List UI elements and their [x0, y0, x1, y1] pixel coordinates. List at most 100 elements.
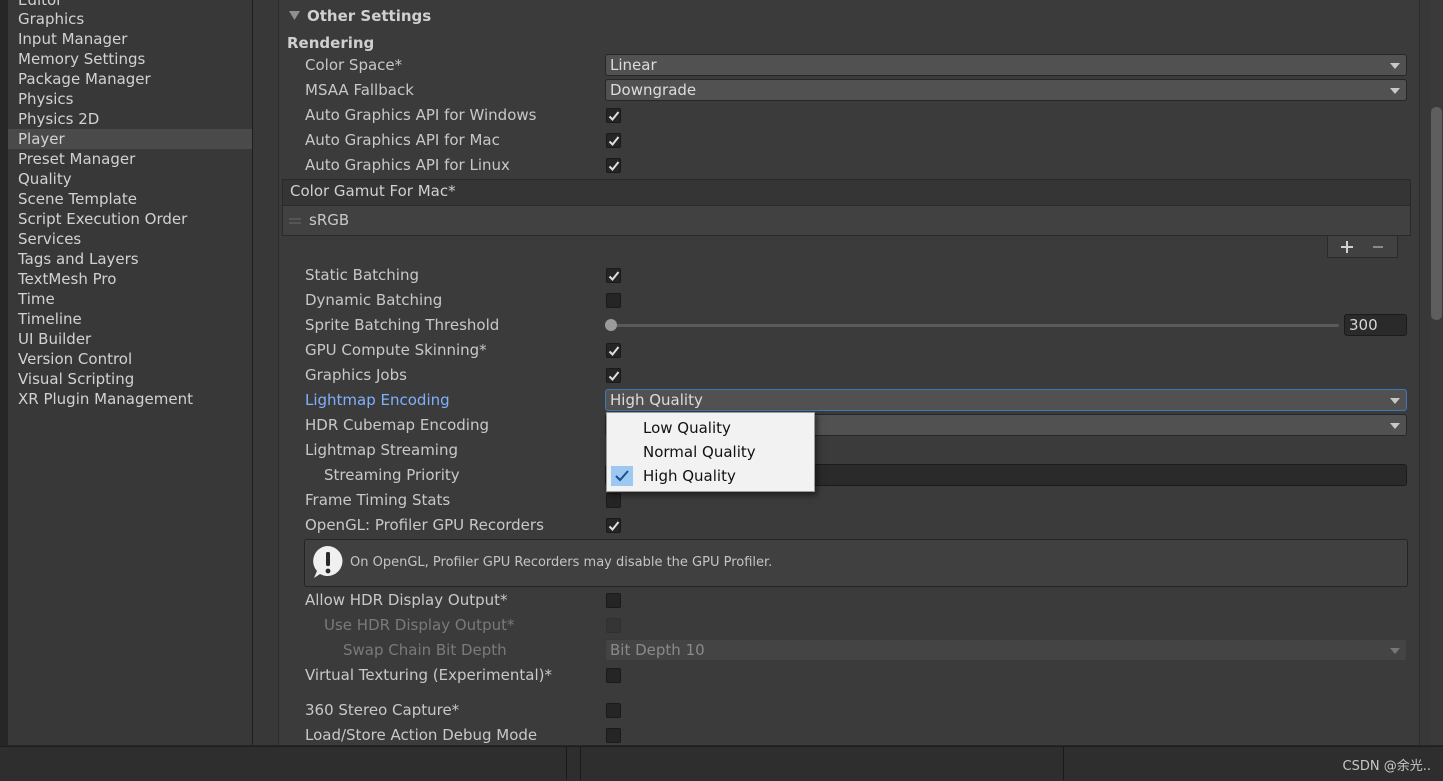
sidebar-item-xr-plugin-management[interactable]: XR Plugin Management [8, 389, 252, 409]
watermark-credit: CSDN @余光.. [1342, 759, 1431, 774]
sprite-batching-threshold-label: Sprite Batching Threshold [305, 316, 500, 334]
menu-item-high-quality[interactable]: High Quality [607, 464, 812, 488]
color-gamut-header-label: Color Gamut For Mac* [290, 182, 456, 200]
graphics-jobs-checkbox[interactable] [606, 368, 621, 383]
stereo-capture-checkbox[interactable] [606, 703, 621, 718]
allow-hdr-output-label: Allow HDR Display Output* [305, 591, 508, 609]
opengl-profiler-label: OpenGL: Profiler GPU Recorders [305, 516, 544, 534]
color-space-label: Color Space* [305, 56, 403, 74]
sidebar-item-input-manager[interactable]: Input Manager [8, 29, 252, 49]
sidebar-item-version-control[interactable]: Version Control [8, 349, 252, 369]
lightmap-encoding-dropdown[interactable]: High Quality [605, 389, 1407, 411]
msaa-fallback-value: Downgrade [610, 81, 697, 99]
foldout-arrow-icon[interactable] [289, 11, 301, 21]
sidebar-item-script-execution-order[interactable]: Script Execution Order [8, 209, 252, 229]
static-batching-checkbox[interactable] [606, 268, 621, 283]
sprite-batching-slider-track[interactable] [610, 324, 1339, 327]
dynamic-batching-label: Dynamic Batching [305, 291, 443, 309]
color-gamut-item[interactable]: sRGB [309, 211, 349, 229]
sidebar-item-timeline[interactable]: Timeline [8, 309, 252, 329]
auto-api-mac-label: Auto Graphics API for Mac [305, 131, 500, 149]
sprite-batching-threshold-field[interactable]: 300 [1344, 314, 1407, 336]
frame-timing-stats-label: Frame Timing Stats [305, 491, 451, 509]
lightmap-encoding-popup: Low Quality Normal Quality High Quality [606, 412, 815, 492]
list-footer [1327, 236, 1398, 258]
use-hdr-output-checkbox [606, 618, 621, 633]
graphics-jobs-label: Graphics Jobs [305, 366, 407, 384]
color-space-value: Linear [610, 56, 657, 74]
use-hdr-output-label: Use HDR Display Output* [324, 616, 515, 634]
divider [566, 746, 567, 780]
add-icon[interactable] [1340, 240, 1354, 254]
remove-icon[interactable] [1372, 240, 1384, 254]
divider [580, 746, 581, 780]
sidebar-item-visual-scripting[interactable]: Visual Scripting [8, 369, 252, 389]
static-batching-label: Static Batching [305, 266, 419, 284]
lightmap-encoding-label: Lightmap Encoding [305, 391, 450, 409]
dynamic-batching-checkbox[interactable] [606, 293, 621, 308]
sidebar-item-memory-settings[interactable]: Memory Settings [8, 49, 252, 69]
warning-text: On OpenGL, Profiler GPU Recorders may di… [350, 555, 773, 570]
msaa-fallback-dropdown[interactable]: Downgrade [605, 79, 1407, 101]
menu-check-area [611, 442, 633, 462]
lightmap-streaming-label: Lightmap Streaming [305, 441, 458, 459]
scrollbar-thumb[interactable] [1431, 107, 1442, 320]
auto-api-mac-checkbox[interactable] [606, 133, 621, 148]
panel-splitter[interactable] [253, 0, 271, 745]
auto-api-windows-label: Auto Graphics API for Windows [305, 106, 537, 124]
msaa-fallback-label: MSAA Fallback [305, 81, 414, 99]
swap-chain-bit-depth-value: Bit Depth 10 [610, 641, 705, 659]
sidebar-item-scene-template[interactable]: Scene Template [8, 189, 252, 209]
sidebar-item-ui-builder[interactable]: UI Builder [8, 329, 252, 349]
opengl-profiler-checkbox[interactable] [606, 518, 621, 533]
sidebar-item-player[interactable]: Player [8, 129, 252, 149]
hdr-cubemap-encoding-label: HDR Cubemap Encoding [305, 416, 489, 434]
sprite-batching-slider-thumb[interactable] [605, 319, 617, 331]
bottom-panel [0, 746, 1443, 781]
dropdown-arrow-icon [1390, 648, 1400, 654]
auto-api-linux-label: Auto Graphics API for Linux [305, 156, 510, 174]
sidebar-item-package-manager[interactable]: Package Manager [8, 69, 252, 89]
load-store-debug-checkbox[interactable] [606, 728, 621, 743]
menu-item-label: Low Quality [643, 419, 731, 437]
dropdown-arrow-icon [1390, 63, 1400, 69]
sidebar-item-services[interactable]: Services [8, 229, 252, 249]
dropdown-arrow-icon [1390, 398, 1400, 404]
gpu-compute-skinning-checkbox[interactable] [606, 343, 621, 358]
menu-item-low-quality[interactable]: Low Quality [607, 416, 812, 440]
menu-item-label: High Quality [643, 467, 736, 485]
sidebar-item-tags-and-layers[interactable]: Tags and Layers [8, 249, 252, 269]
auto-api-linux-checkbox[interactable] [606, 158, 621, 173]
drag-handle-icon[interactable] [289, 217, 301, 225]
dropdown-arrow-icon [1390, 423, 1400, 429]
sidebar-item-graphics[interactable]: Graphics [8, 9, 252, 29]
sidebar-item-textmesh-pro[interactable]: TextMesh Pro [8, 269, 252, 289]
virtual-texturing-label: Virtual Texturing (Experimental)* [305, 666, 552, 684]
virtual-texturing-checkbox[interactable] [606, 668, 621, 683]
gpu-compute-skinning-label: GPU Compute Skinning* [305, 341, 487, 359]
menu-item-normal-quality[interactable]: Normal Quality [607, 440, 812, 464]
swap-chain-bit-depth-dropdown: Bit Depth 10 [605, 639, 1407, 661]
dropdown-arrow-icon [1390, 88, 1400, 94]
sidebar-item-quality[interactable]: Quality [8, 169, 252, 189]
other-settings-title[interactable]: Other Settings [307, 7, 431, 25]
sidebar-item-preset-manager[interactable]: Preset Manager [8, 149, 252, 169]
stereo-capture-label: 360 Stereo Capture* [305, 701, 460, 719]
checkmark-icon [611, 466, 633, 486]
rendering-header: Rendering [287, 34, 375, 52]
swap-chain-bit-depth-label: Swap Chain Bit Depth [343, 641, 507, 659]
sidebar-item-time[interactable]: Time [8, 289, 252, 309]
project-settings-sidebar: Editor Graphics Input Manager Memory Set… [8, 0, 253, 745]
menu-check-area [611, 418, 633, 438]
streaming-priority-label: Streaming Priority [324, 466, 460, 484]
sidebar-item-physics-2d[interactable]: Physics 2D [8, 109, 252, 129]
frame-timing-stats-checkbox[interactable] [606, 493, 621, 508]
sidebar-item-physics[interactable]: Physics [8, 89, 252, 109]
auto-api-windows-checkbox[interactable] [606, 108, 621, 123]
warning-icon [313, 546, 343, 578]
menu-item-label: Normal Quality [643, 443, 756, 461]
allow-hdr-output-checkbox[interactable] [606, 593, 621, 608]
divider [1063, 746, 1064, 780]
load-store-debug-label: Load/Store Action Debug Mode [305, 726, 538, 744]
color-space-dropdown[interactable]: Linear [605, 54, 1407, 76]
